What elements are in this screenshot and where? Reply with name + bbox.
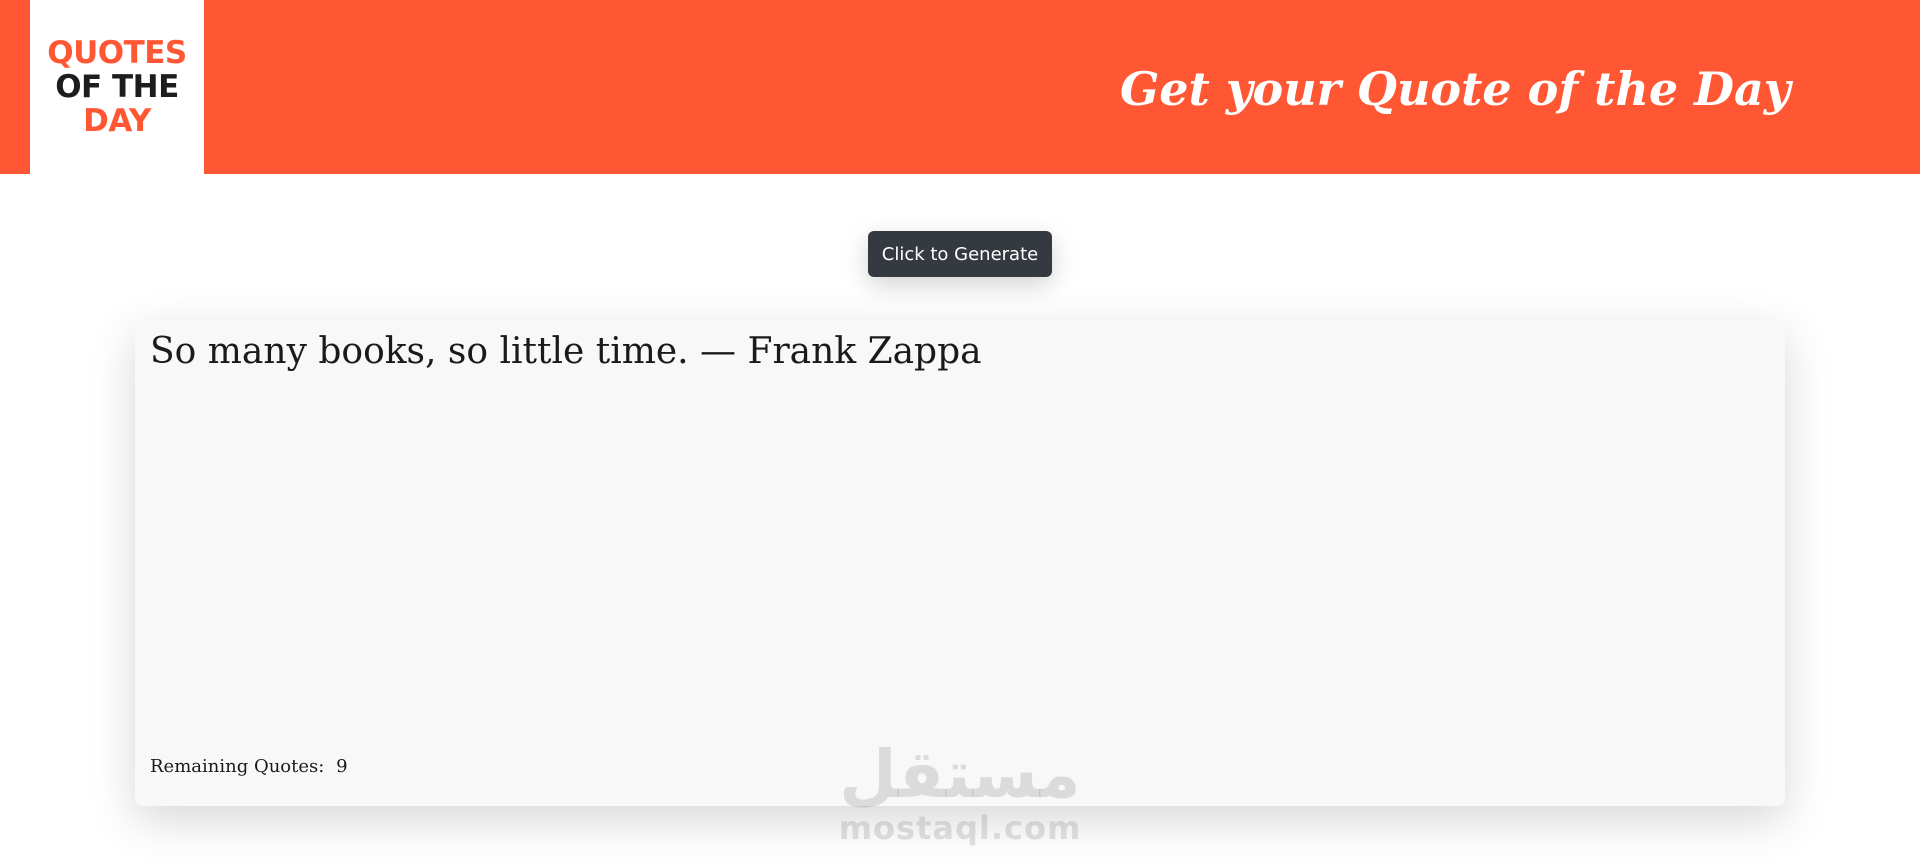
watermark-latin-text: mostaql.com xyxy=(838,809,1082,847)
remaining-quotes-label: Remaining Quotes: xyxy=(150,756,325,777)
site-header: QUOTES OF THE DAY Get your Quote of the … xyxy=(0,0,1920,174)
remaining-quotes: Remaining Quotes: 9 xyxy=(150,756,348,777)
quote-text: So many books, so little time. — Frank Z… xyxy=(150,331,982,372)
page-title: Get your Quote of the Day xyxy=(1120,62,1791,116)
quote-card: So many books, so little time. — Frank Z… xyxy=(135,320,1785,806)
remaining-quotes-count: 9 xyxy=(336,756,348,777)
logo-line-quotes: QUOTES xyxy=(47,35,187,71)
logo-line-of-the: OF THE xyxy=(55,69,179,105)
logo[interactable]: QUOTES OF THE DAY xyxy=(30,0,204,174)
logo-line-day: DAY xyxy=(83,103,151,139)
generate-quote-button[interactable]: Click to Generate xyxy=(868,231,1052,277)
